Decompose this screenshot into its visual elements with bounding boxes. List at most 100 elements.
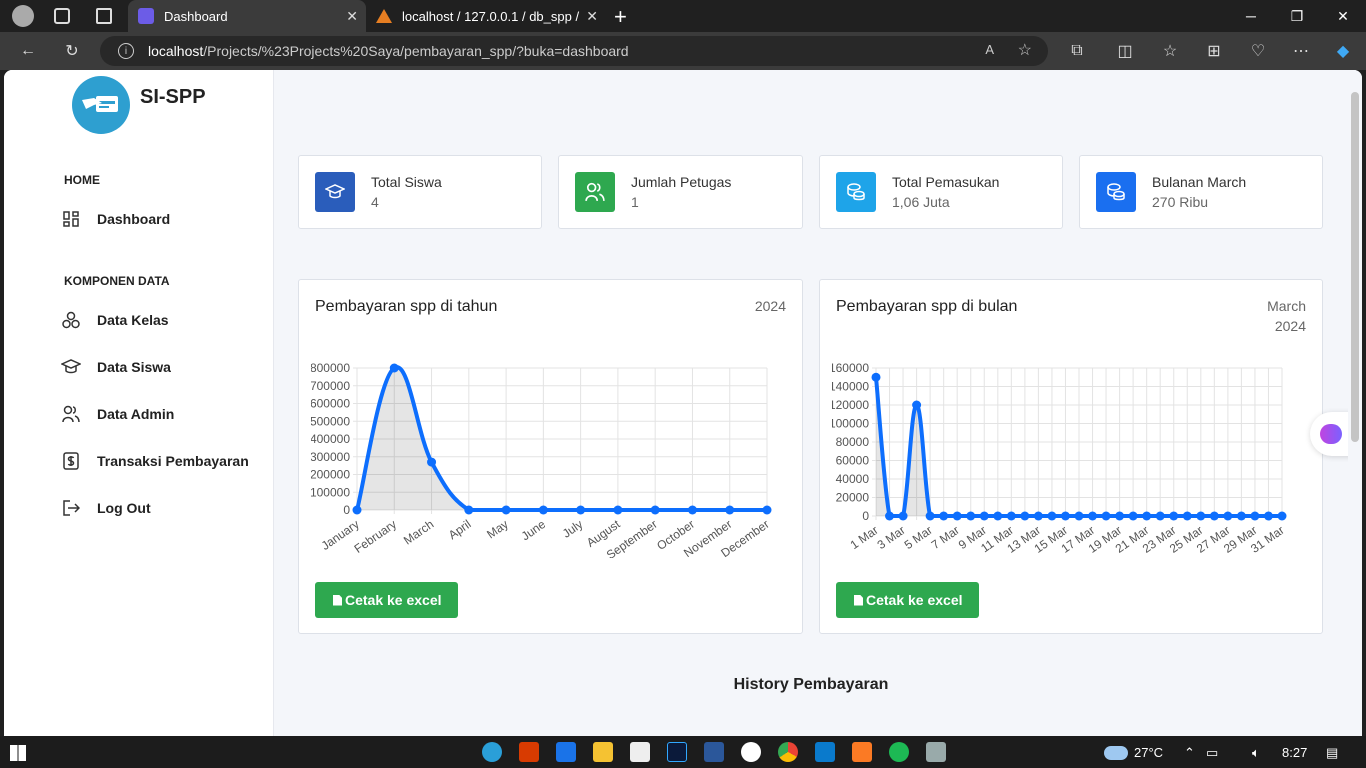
- yearly-chart-card: Pembayaran spp di tahun 2024 0 100000 2000…: [298, 279, 803, 634]
- minimize-button[interactable]: ─: [1228, 0, 1274, 32]
- clock[interactable]: 8:27: [1282, 745, 1307, 760]
- temperature[interactable]: 27°C: [1134, 745, 1163, 760]
- y-tick-label: 600000: [311, 397, 350, 411]
- mail-taskbar-icon[interactable]: [556, 742, 576, 762]
- sidebar-item-log-out[interactable]: Log Out: [60, 495, 151, 521]
- close-tab-icon[interactable]: ✕: [346, 8, 358, 25]
- restore-button[interactable]: ❐: [1274, 0, 1320, 32]
- data-point: [352, 505, 362, 515]
- read-aloud-icon[interactable]: A: [985, 42, 994, 57]
- coins-icon: [1096, 172, 1136, 212]
- network-icon[interactable]: ▭: [1206, 745, 1218, 761]
- photoshop-taskbar-icon[interactable]: [667, 742, 687, 762]
- copilot-icon[interactable]: ◆: [1332, 40, 1354, 62]
- data-point: [1006, 511, 1016, 521]
- data-point: [1115, 511, 1125, 521]
- spotify-taskbar-icon[interactable]: [889, 742, 909, 762]
- y-tick-label: 300000: [311, 450, 350, 464]
- chart-month: March: [1267, 298, 1306, 314]
- profile-avatar[interactable]: [12, 5, 34, 27]
- sidebar-item-dashboard[interactable]: Dashboard: [60, 206, 170, 232]
- info-icon[interactable]: i: [118, 43, 134, 59]
- xampp-taskbar-icon[interactable]: [852, 742, 872, 762]
- scrollbar-thumb[interactable]: [1351, 92, 1359, 442]
- chrome-taskbar-icon[interactable]: [778, 742, 798, 762]
- y-tick-label: 0: [862, 509, 869, 523]
- favorite-star-icon[interactable]: ☆: [1018, 40, 1032, 60]
- extensions-icon[interactable]: ⧉: [1066, 40, 1088, 62]
- stat-value: 1: [631, 194, 639, 210]
- chart-title: Pembayaran spp di bulan: [836, 298, 1018, 315]
- x-tick-label: February: [352, 517, 399, 556]
- vscode-taskbar-icon[interactable]: [815, 742, 835, 762]
- tab-phpmyadmin[interactable]: localhost / 127.0.0.1 / db_spp / h ✕: [366, 0, 606, 32]
- data-point: [464, 505, 474, 515]
- file-explorer-taskbar-icon[interactable]: [593, 742, 613, 762]
- word-taskbar-icon[interactable]: [704, 742, 724, 762]
- data-point: [1060, 511, 1070, 521]
- favorites-icon[interactable]: ☆: [1159, 40, 1181, 62]
- y-tick-label: 500000: [311, 414, 350, 428]
- data-point: [687, 505, 697, 515]
- url-host: localhost: [148, 43, 204, 59]
- edge-taskbar-icon[interactable]: [482, 742, 502, 762]
- app2-taskbar-icon[interactable]: [926, 742, 946, 762]
- more-menu-icon[interactable]: ⋯: [1290, 40, 1312, 62]
- tab-dashboard[interactable]: Dashboard ✕: [128, 0, 366, 32]
- data-point: [871, 372, 881, 382]
- store-taskbar-icon[interactable]: [630, 742, 650, 762]
- y-tick-label: 200000: [311, 468, 350, 482]
- tray-chevron-icon[interactable]: ⌃: [1184, 745, 1195, 761]
- x-tick-label: March: [401, 517, 436, 548]
- chart-period: March 2024: [1267, 296, 1306, 336]
- data-point: [1209, 511, 1219, 521]
- tab-favicon: [138, 8, 154, 24]
- office-taskbar-icon[interactable]: [519, 742, 539, 762]
- brand-name: SI-SPP: [140, 86, 206, 108]
- section-home-title: HOME: [64, 173, 100, 187]
- data-point: [898, 511, 908, 521]
- y-tick-label: 100000: [311, 485, 350, 499]
- export-excel-button[interactable]: Cetak ke excel: [315, 582, 458, 618]
- y-tick-label: 140000: [832, 380, 869, 394]
- back-icon[interactable]: ←: [17, 40, 39, 62]
- y-tick-label: 400000: [311, 432, 350, 446]
- new-tab-button[interactable]: +: [614, 4, 627, 30]
- collections-icon[interactable]: ⊞: [1203, 40, 1225, 62]
- sidebar-item-data-admin[interactable]: Data Admin: [60, 401, 174, 427]
- coins-icon: [836, 172, 876, 212]
- page-scrollbar[interactable]: [1348, 70, 1362, 736]
- stat-card-total-siswa: Total Siswa 4: [298, 155, 542, 229]
- data-point: [1088, 511, 1098, 521]
- weather-icon[interactable]: [1104, 746, 1128, 760]
- refresh-icon[interactable]: ↻: [61, 40, 83, 62]
- stat-label: Jumlah Petugas: [631, 174, 732, 190]
- windows-start-icon[interactable]: [10, 745, 26, 761]
- browser-essentials-icon[interactable]: ♡: [1247, 40, 1269, 62]
- monthly-chart: 0 20000 40000 60000 80000 100000 120000 140000 1…: [832, 361, 1287, 556]
- app-taskbar-icon[interactable]: [741, 742, 761, 762]
- x-tick-label: 3 Mar: [875, 523, 908, 552]
- volume-icon[interactable]: 🔈︎: [1252, 745, 1260, 761]
- x-tick-label: 7 Mar: [929, 523, 962, 552]
- sidebar-item-label: Log Out: [97, 500, 151, 516]
- tab-actions-icon[interactable]: [96, 8, 112, 24]
- close-tab-icon[interactable]: ✕: [586, 8, 598, 25]
- data-point: [576, 505, 586, 515]
- sidebar-item-data-siswa[interactable]: Data Siswa: [60, 354, 171, 380]
- workspaces-icon[interactable]: [54, 8, 70, 24]
- y-tick-label: 120000: [832, 398, 869, 412]
- tab-favicon: [376, 9, 392, 23]
- sidebar-item-data-kelas[interactable]: Data Kelas: [60, 307, 169, 333]
- close-window-button[interactable]: ✕: [1320, 0, 1366, 32]
- notifications-icon[interactable]: ▤: [1326, 745, 1338, 761]
- x-tick-label: April: [446, 517, 474, 542]
- data-point: [885, 511, 895, 521]
- address-bar[interactable]: i localhost/Projects/%23Projects%20Saya/…: [100, 36, 1048, 66]
- stat-card-bulanan: Bulanan March 270 Ribu: [1079, 155, 1323, 229]
- split-screen-icon[interactable]: ◫: [1114, 40, 1136, 62]
- export-excel-button[interactable]: Cetak ke excel: [836, 582, 979, 618]
- stat-value: 270 Ribu: [1152, 194, 1209, 210]
- data-point: [939, 511, 949, 521]
- sidebar-item-transaksi-pembayaran[interactable]: Transaksi Pembayaran: [60, 448, 249, 474]
